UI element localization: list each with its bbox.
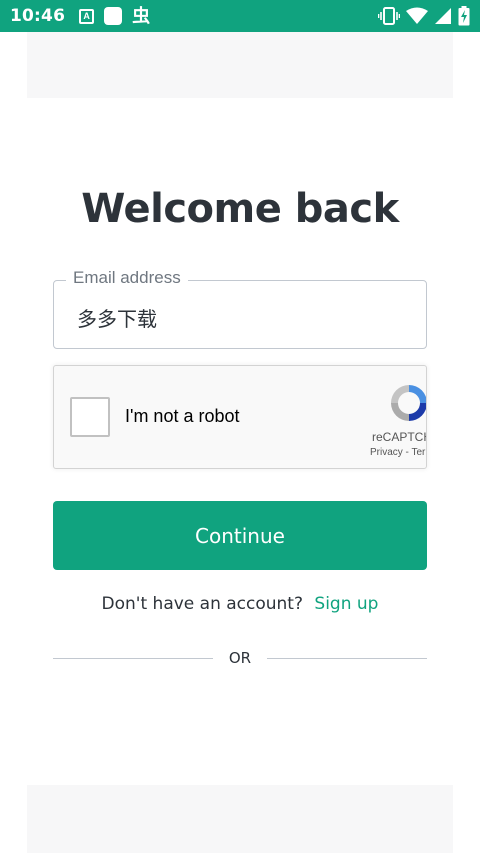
signal-icon (435, 8, 451, 24)
recaptcha-logo-icon (391, 385, 426, 421)
battery-charging-icon (458, 6, 470, 26)
recaptcha-privacy-terms-links[interactable]: Privacy - Terms (370, 447, 426, 458)
signup-line: Don't have an account? Sign up (0, 594, 480, 614)
vibrate-icon (378, 7, 400, 25)
signup-prompt: Don't have an account? (101, 594, 303, 614)
bug-icon: 虫 (132, 6, 151, 26)
email-field-value[interactable]: 多多下载 (77, 303, 157, 332)
top-band (27, 32, 453, 98)
status-bar: 10:46 A 虫 (0, 0, 480, 32)
page-title: Welcome back (81, 186, 399, 232)
email-field-label: Email address (66, 268, 188, 288)
status-icons-right (378, 6, 470, 26)
wifi-icon (406, 7, 428, 24)
divider-line-right (267, 658, 427, 659)
continue-button-label: Continue (195, 523, 285, 548)
recaptcha-checkbox[interactable] (70, 397, 110, 437)
sign-up-link[interactable]: Sign up (314, 594, 378, 614)
bottom-band (27, 785, 453, 853)
status-time: 10:46 (10, 6, 66, 26)
square-app-icon (104, 7, 123, 25)
recaptcha-label: I'm not a robot (125, 406, 240, 426)
status-icons-left: A 虫 (79, 7, 150, 25)
or-divider: OR (53, 647, 427, 669)
a-badge-icon: A (79, 8, 95, 24)
email-field[interactable]: Email address 多多下载 (53, 268, 427, 349)
recaptcha-brand: reCAPTCHA (372, 430, 426, 444)
continue-button[interactable]: Continue (53, 501, 427, 570)
recaptcha-widget: I'm not a robot reCAPTCHA Privacy - Term… (53, 365, 427, 469)
